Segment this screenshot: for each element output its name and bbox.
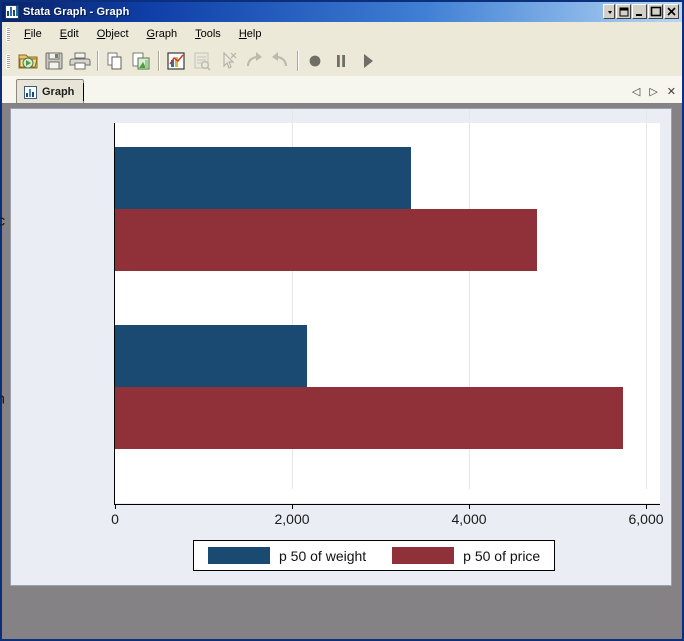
y-category-label-foreign: Foreign [0,390,5,408]
maximize-button[interactable] [648,4,663,19]
tab-graph-label: Graph [42,86,75,98]
graph-tab-icon [24,85,37,99]
redo-icon [242,49,266,73]
window-menu-dropdown[interactable] [603,4,615,19]
stata-graph-icon [5,5,19,19]
stata-graph-canvas[interactable]: 0 2,000 4,000 6,000 Domestic Foreign p 5… [0,108,672,586]
tab-navigation: ◁ ▷ ✕ [632,87,676,98]
undo-icon [268,49,292,73]
tab-graph[interactable]: Graph [16,79,85,104]
paste-graph-icon[interactable] [129,49,153,73]
tool-bar [2,46,682,77]
play-icon[interactable] [355,49,379,73]
window-controls [603,4,679,19]
graph-client-area: 0 2,000 4,000 6,000 Domestic Foreign p 5… [0,103,682,639]
tab-scroll-right-icon[interactable]: ▷ [649,87,657,98]
x-tick-label-4000: 4,000 [451,511,487,527]
menu-grip[interactable] [6,26,10,42]
grid-edit-icon [190,49,214,73]
legend-label-price: p 50 of price [463,547,541,564]
x-tick-label-0: 0 [111,511,119,527]
record-icon[interactable] [303,49,327,73]
toolbar-separator [158,51,159,71]
menu-tools[interactable]: Tools [186,25,230,43]
tab-scroll-left-icon[interactable]: ◁ [632,87,640,98]
x-tick-label-6000: 6,000 [628,511,664,527]
toolbar-separator [297,51,298,71]
bar-domestic-weight[interactable] [115,147,411,209]
x-axis-line [114,504,660,505]
minimize-button[interactable] [632,4,647,19]
menu-edit[interactable]: Edit [51,25,88,43]
gridline-6000 [646,109,647,489]
menu-help[interactable]: Help [230,25,271,43]
chart-legend[interactable]: p 50 of weight p 50 of price [193,540,556,571]
tab-strip: Graph ◁ ▷ ✕ [2,76,682,104]
menu-graph[interactable]: Graph [138,25,187,43]
pointer-tool-icon [216,49,240,73]
toolbar-grip[interactable] [6,53,10,69]
y-category-label-domestic: Domestic [0,212,5,230]
x-tick-2000 [292,504,293,509]
legend-label-weight: p 50 of weight [279,547,367,564]
bar-foreign-price[interactable] [115,387,623,449]
x-tick-0 [115,504,116,509]
menu-file[interactable]: File [15,25,51,43]
restore-window-button[interactable] [616,4,631,19]
x-tick-label-2000: 2,000 [274,511,310,527]
title-bar[interactable]: Stata Graph - Graph [2,2,682,22]
legend-entry-weight: p 50 of weight [208,547,366,564]
pause-icon[interactable] [329,49,353,73]
print-graph-icon[interactable] [68,49,92,73]
start-graph-editor-icon[interactable] [164,49,188,73]
toolbar-separator [97,51,98,71]
close-button[interactable] [664,4,679,19]
menu-bar: File Edit Object Graph Tools Help [2,22,682,47]
tab-close-icon[interactable]: ✕ [667,87,676,98]
copy-icon[interactable] [103,49,127,73]
x-tick-4000 [469,504,470,509]
legend-entry-price: p 50 of price [392,547,540,564]
bar-foreign-weight[interactable] [115,325,307,387]
legend-swatch-weight [208,547,270,564]
legend-swatch-price [392,547,455,564]
save-graph-icon[interactable] [42,49,66,73]
menu-object[interactable]: Object [88,25,138,43]
bar-domestic-price[interactable] [115,209,537,271]
x-tick-6000 [646,504,647,509]
stata-graph-window: Stata Graph - Graph File Edit Object Gra… [0,0,684,641]
tab-text-caret [83,83,85,101]
open-graph-icon[interactable] [16,49,40,73]
window-title: Stata Graph - Graph [23,6,130,18]
